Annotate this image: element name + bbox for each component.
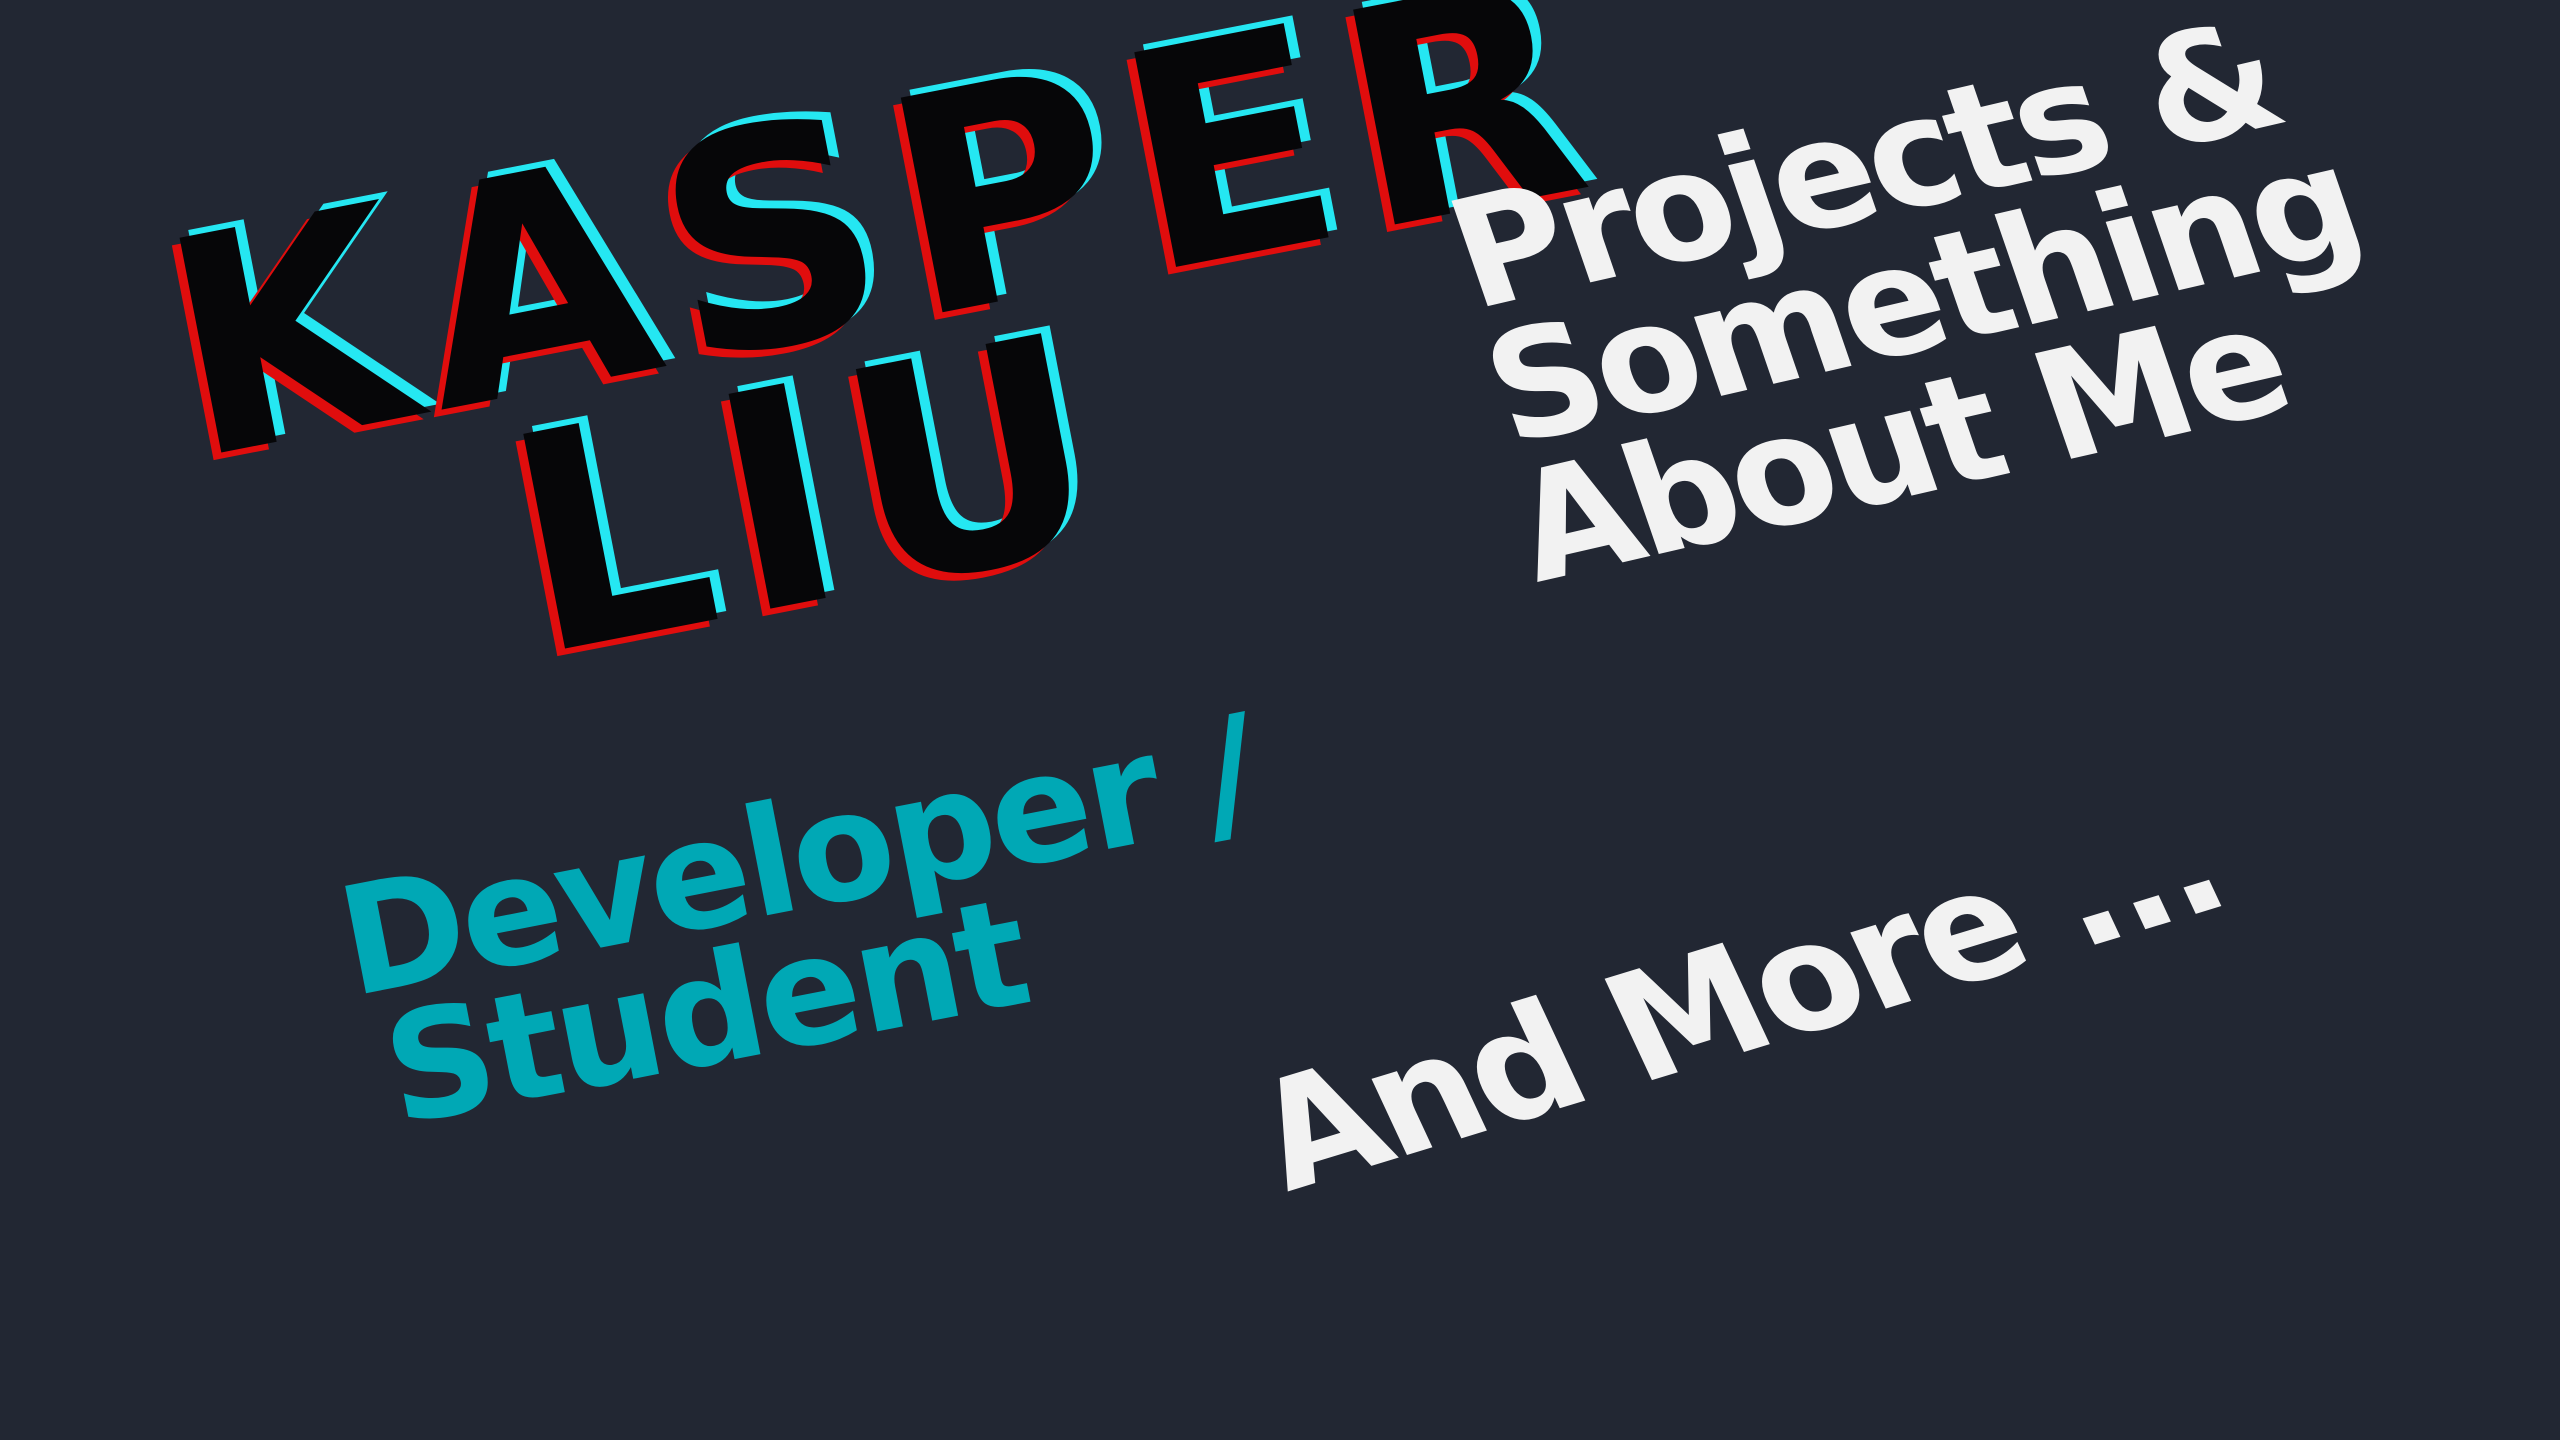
and-more-heading: And More ... bbox=[1226, 773, 2247, 1225]
and-more-text: And More ... bbox=[1226, 773, 2247, 1225]
hero-canvas: KASPER LIU Developer / Student Projects … bbox=[0, 0, 2560, 1440]
role-tagline: Developer / Student bbox=[326, 684, 1291, 1160]
name-headline: KASPER LIU bbox=[141, 0, 1666, 737]
